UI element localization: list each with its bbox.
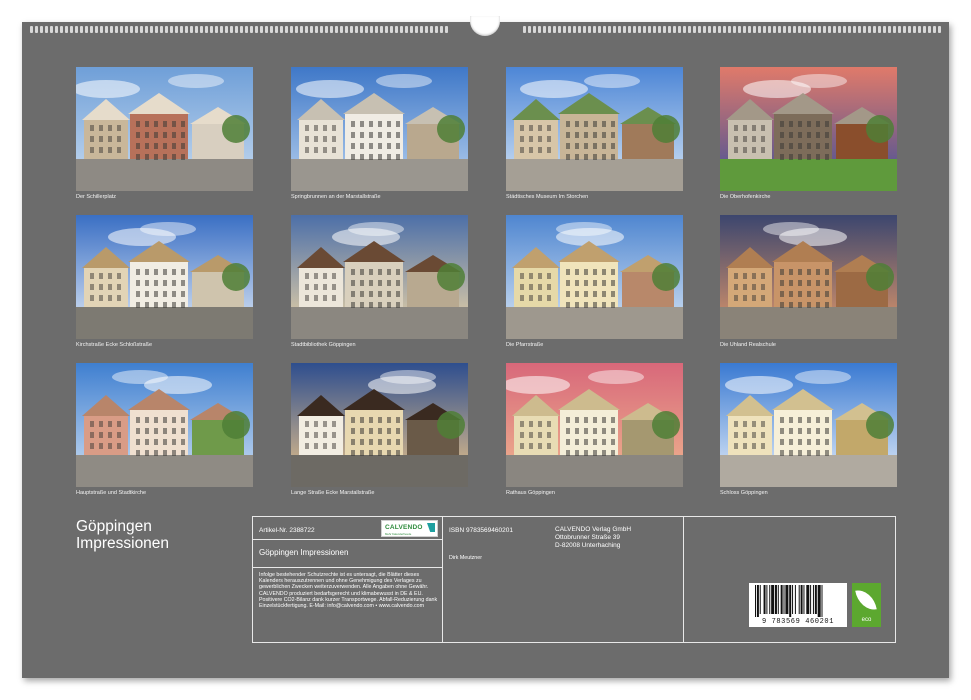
eco-badge: eco (852, 583, 881, 627)
photo-thumbnail (506, 67, 683, 191)
logo-tagline: Mehr Kalenderfreude (385, 532, 412, 536)
photo-caption: Die Uhland Realschule (720, 342, 776, 348)
photo-caption: Hauptstraße und Stadtkirche (76, 490, 147, 496)
info-column-publisher: ISBN 9783569460201 Dirk Meutzner CALVEND… (443, 517, 684, 642)
photo-caption: Schloss Göppingen (720, 490, 768, 496)
divider (253, 539, 442, 540)
photo-thumbnail (720, 363, 897, 487)
ean-barcode: 9 783569 460201 (749, 583, 847, 627)
leaf-icon (855, 587, 877, 613)
publisher-address: CALVENDO Verlag GmbH Ottobrunner Straße … (555, 526, 631, 550)
photo-image (506, 215, 683, 339)
publisher-street: Ottobrunner Straße 39 (555, 534, 621, 541)
title-line-2: Impressionen (76, 535, 170, 552)
title-line-1: Göppingen (76, 518, 152, 535)
photo-image (291, 215, 468, 339)
photo-image (291, 363, 468, 487)
calvendo-logo: CALVENDO Mehr Kalenderfreude (381, 520, 438, 537)
photo-image (720, 215, 897, 339)
photo-image (291, 67, 468, 191)
legal-notice: Infolge bestehender Schutzrechte ist es … (259, 572, 438, 610)
photo-thumbnail (291, 363, 468, 487)
photo-image (76, 67, 253, 191)
photo-image (506, 363, 683, 487)
photo-caption: Kirchstraße Ecke Schloßstraße (76, 342, 153, 348)
photo-image (506, 67, 683, 191)
info-column-barcode: 9 783569 460201 eco (684, 517, 897, 642)
photo-thumbnail (506, 363, 683, 487)
product-subtitle: Göppingen Impressionen (259, 548, 349, 557)
eco-label: eco (861, 617, 872, 623)
author-name: Dirk Meutzner (449, 555, 482, 561)
photo-caption: Lange Straße Ecke Marstallstraße (291, 490, 375, 496)
photo-thumbnail (506, 215, 683, 339)
isbn: ISBN 9783569460201 (449, 527, 513, 534)
photo-thumbnail (76, 363, 253, 487)
photo-caption: Die Oberhofenkirche (720, 194, 771, 200)
photo-thumbnail (720, 215, 897, 339)
info-column-product: Artikel-Nr. 2388722 CALVENDO Mehr Kalend… (253, 517, 443, 642)
article-number: Artikel-Nr. 2388722 (259, 527, 315, 534)
photo-image (720, 363, 897, 487)
publisher-city: D-82008 Unterhaching (555, 542, 621, 549)
photo-thumbnail (76, 67, 253, 191)
photo-caption: Springbrunnen an der Marstallstraße (291, 194, 381, 200)
wire-loops-right (523, 25, 941, 33)
photo-image (76, 215, 253, 339)
product-info-panel: Artikel-Nr. 2388722 CALVENDO Mehr Kalend… (252, 516, 896, 643)
photo-thumbnail (291, 215, 468, 339)
photo-caption: Rathaus Göppingen (506, 490, 555, 496)
wire-loops-left (30, 25, 448, 33)
photo-thumbnail (291, 67, 468, 191)
photo-caption: Stadtbibliothek Göppingen (291, 342, 356, 348)
logo-text: CALVENDO (385, 524, 423, 531)
photo-image (720, 67, 897, 191)
logo-mark-icon (427, 523, 435, 532)
barcode-number: 9 783569 460201 (761, 618, 834, 626)
divider (253, 567, 442, 568)
publisher-name: CALVENDO Verlag GmbH (555, 526, 632, 533)
photo-caption: Städtisches Museum Im Storchen (506, 194, 589, 200)
photo-image (76, 363, 253, 487)
photo-caption: Der Schillerplatz (76, 194, 117, 200)
photo-thumbnail (76, 215, 253, 339)
photo-thumbnail (720, 67, 897, 191)
calendar-title: Göppingen Impressionen (76, 518, 169, 552)
barcode-bars (755, 585, 823, 617)
photo-caption: Die Pfarrstraße (506, 342, 544, 348)
